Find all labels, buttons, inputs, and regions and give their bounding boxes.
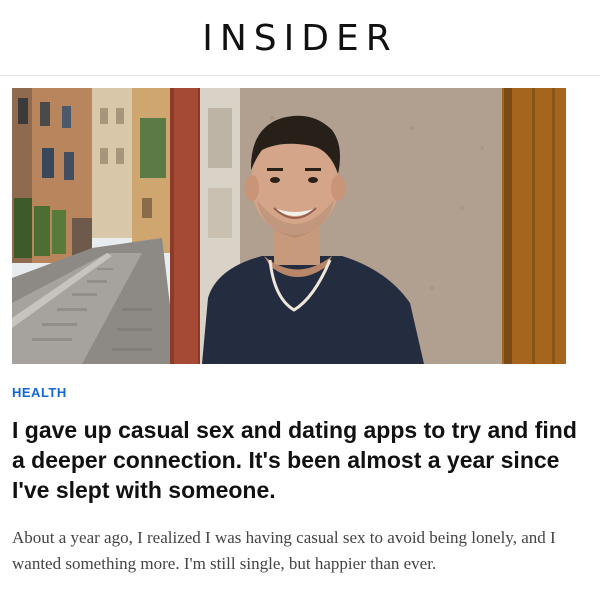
hero-image [12, 88, 566, 364]
insider-logo[interactable]: INSIDER [0, 18, 600, 59]
article-headline[interactable]: I gave up casual sex and dating apps to … [12, 415, 582, 505]
site-header: INSIDER [0, 0, 600, 76]
article-dek: About a year ago, I realized I was havin… [12, 528, 556, 573]
category-link[interactable]: HEALTH [12, 385, 67, 400]
